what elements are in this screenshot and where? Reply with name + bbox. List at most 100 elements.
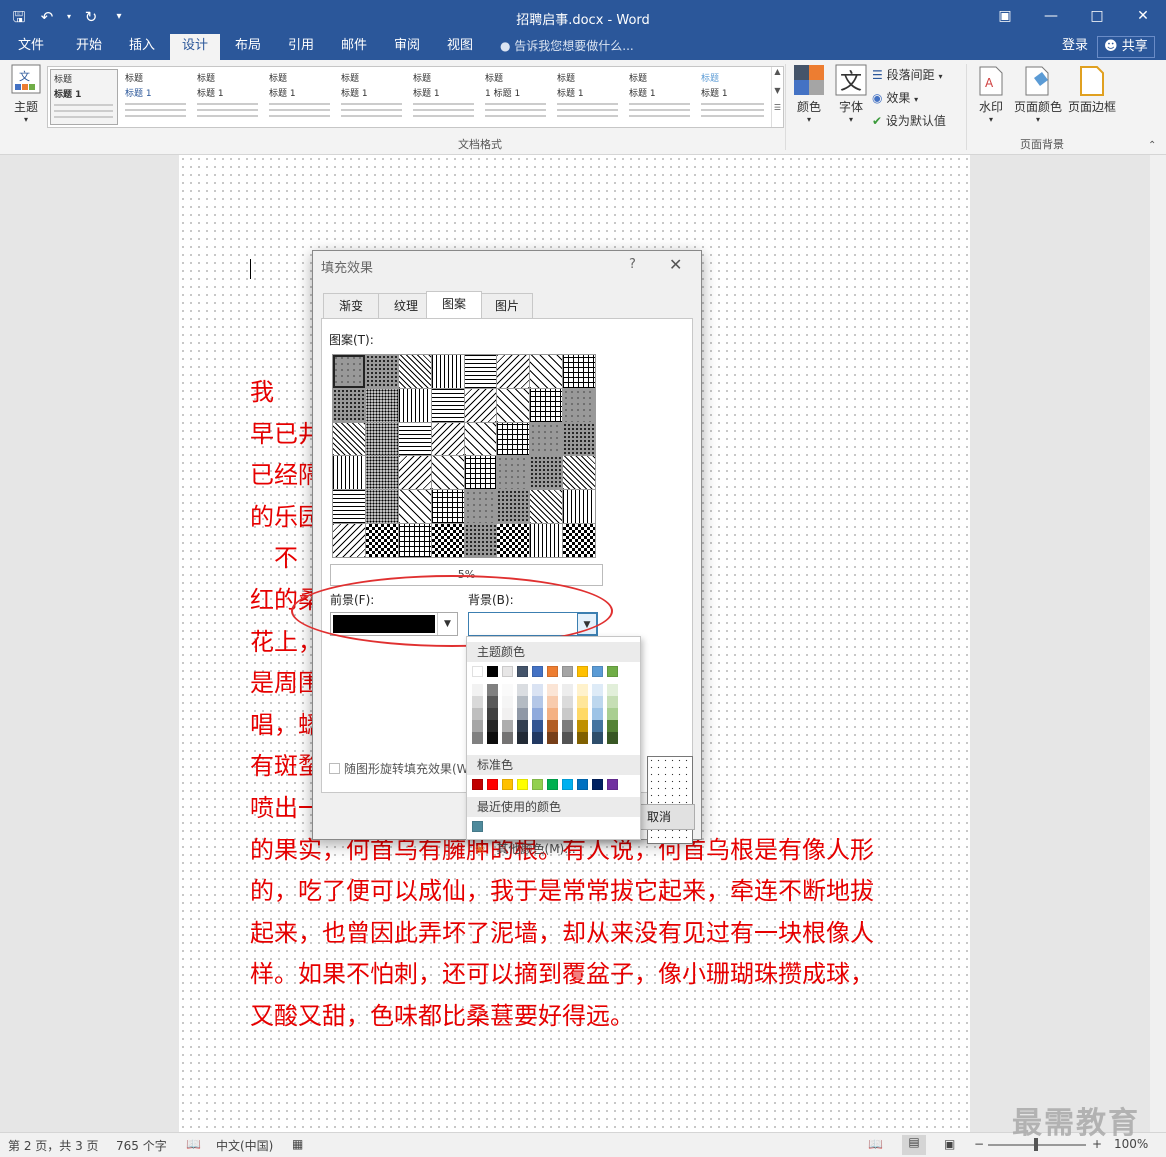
zoom-out-icon[interactable]: − — [974, 1137, 984, 1151]
theme-shade-swatch[interactable] — [532, 696, 543, 708]
theme-shade-swatch[interactable] — [577, 684, 588, 696]
pattern-swatch[interactable] — [530, 355, 563, 388]
standard-color-swatch[interactable] — [472, 779, 483, 790]
theme-shade-swatch[interactable] — [607, 720, 618, 732]
theme-color-swatch[interactable] — [532, 666, 543, 677]
pattern-swatch[interactable] — [398, 355, 431, 388]
watermark-button[interactable]: A 水印 ▾ — [974, 66, 1008, 124]
theme-shade-swatch[interactable] — [592, 696, 603, 708]
paragraph-spacing-button[interactable]: ☰ 段落间距 ▾ — [872, 66, 942, 83]
theme-color-swatch[interactable] — [502, 666, 513, 677]
theme-shade-swatch[interactable] — [562, 732, 573, 744]
style-set-item[interactable]: 标题 标题 1 — [338, 69, 406, 125]
help-icon[interactable]: ? — [629, 257, 636, 272]
theme-shade-swatch[interactable] — [502, 696, 513, 708]
more-colors-button[interactable]: ❀ 其他颜色(M)... — [475, 840, 576, 857]
standard-color-swatch[interactable] — [562, 779, 573, 790]
pattern-swatch[interactable] — [431, 355, 464, 388]
theme-shade-swatch[interactable] — [577, 720, 588, 732]
theme-shade-swatch[interactable] — [502, 684, 513, 696]
tell-me-search[interactable]: ● 告诉我您想要做什么... — [500, 34, 634, 58]
pattern-swatch[interactable] — [333, 388, 365, 422]
theme-color-swatch[interactable] — [592, 666, 603, 677]
style-set-item[interactable]: 标题 标题 1 — [122, 69, 190, 125]
login-link[interactable]: 登录 — [1062, 34, 1088, 58]
pattern-swatch[interactable] — [530, 490, 563, 524]
style-set-item[interactable]: 标题 标题 1 — [50, 69, 118, 125]
pattern-swatch[interactable] — [497, 490, 530, 524]
theme-shade-swatch[interactable] — [592, 708, 603, 720]
theme-shade-swatch[interactable] — [577, 696, 588, 708]
theme-shade-swatch[interactable] — [517, 696, 528, 708]
recent-color-swatch[interactable] — [472, 821, 483, 832]
tab-home[interactable]: 开始 — [64, 34, 114, 60]
pattern-swatch[interactable] — [530, 422, 563, 456]
pattern-swatch[interactable] — [365, 490, 398, 524]
standard-color-swatch[interactable] — [607, 779, 618, 790]
theme-shade-swatch[interactable] — [517, 732, 528, 744]
standard-color-swatch[interactable] — [487, 779, 498, 790]
theme-shade-swatch[interactable] — [607, 708, 618, 720]
pattern-swatch[interactable] — [563, 422, 595, 456]
style-set-item[interactable]: 标题 标题 1 — [266, 69, 334, 125]
pattern-swatch[interactable] — [464, 388, 497, 422]
theme-color-swatch[interactable] — [472, 666, 483, 677]
pattern-swatch[interactable] — [530, 524, 563, 557]
theme-shade-swatch[interactable] — [532, 708, 543, 720]
pattern-swatch[interactable] — [365, 456, 398, 490]
language[interactable]: 中文(中国) — [216, 1137, 273, 1154]
style-set-item[interactable]: 标题 标题 1 — [410, 69, 478, 125]
theme-shade-swatch[interactable] — [472, 684, 483, 696]
page-border-button[interactable]: 页面边框 — [1066, 66, 1118, 115]
close-icon[interactable]: ✕ — [1120, 0, 1166, 34]
theme-color-swatch[interactable] — [547, 666, 558, 677]
style-set-item[interactable]: 标题 1 标题 1 — [482, 69, 550, 125]
fonts-button[interactable]: 文 字体 ▾ — [834, 64, 868, 124]
gallery-more-icon[interactable]: ☰ — [772, 103, 783, 112]
pattern-swatch[interactable] — [497, 456, 530, 490]
tab-layout[interactable]: 布局 — [223, 34, 273, 60]
style-set-item[interactable]: 标题 标题 1 — [626, 69, 694, 125]
theme-shade-swatch[interactable] — [517, 720, 528, 732]
standard-color-swatch[interactable] — [517, 779, 528, 790]
set-default-button[interactable]: ✔ 设为默认值 — [872, 112, 946, 129]
page-color-button[interactable]: 页面颜色 ▾ — [1012, 66, 1064, 124]
pattern-swatch[interactable] — [431, 524, 464, 557]
macro-icon[interactable]: ▦ — [292, 1137, 303, 1151]
tab-design[interactable]: 设计 — [170, 34, 220, 60]
theme-shade-swatch[interactable] — [577, 732, 588, 744]
print-layout-icon[interactable]: ▤ — [902, 1135, 926, 1155]
pattern-swatch[interactable] — [333, 422, 365, 456]
pattern-swatch[interactable] — [563, 456, 595, 490]
pattern-swatch[interactable] — [333, 355, 365, 388]
theme-shade-swatch[interactable] — [547, 696, 558, 708]
theme-shade-swatch[interactable] — [472, 732, 483, 744]
tab-mailings[interactable]: 邮件 — [329, 34, 379, 60]
style-set-item[interactable]: 标题 标题 1 — [194, 69, 262, 125]
pattern-swatch[interactable] — [563, 388, 595, 422]
collapse-ribbon-icon[interactable]: ⌃ — [1148, 140, 1156, 151]
chevron-up-icon[interactable]: ▲ — [772, 67, 783, 76]
maximize-icon[interactable]: □ — [1074, 0, 1120, 34]
web-layout-icon[interactable]: ▣ — [944, 1137, 955, 1151]
pattern-swatch[interactable] — [398, 388, 431, 422]
tab-references[interactable]: 引用 — [276, 34, 326, 60]
tab-gradient[interactable]: 渐变 — [323, 293, 379, 319]
theme-shade-swatch[interactable] — [592, 732, 603, 744]
pattern-swatch[interactable] — [497, 524, 530, 557]
theme-color-swatch[interactable] — [577, 666, 588, 677]
pattern-swatch[interactable] — [365, 422, 398, 456]
colors-button[interactable]: 颜色 ▾ — [792, 64, 826, 124]
theme-shade-swatch[interactable] — [562, 708, 573, 720]
theme-shade-swatch[interactable] — [472, 708, 483, 720]
pattern-swatch[interactable] — [365, 524, 398, 557]
theme-shade-swatch[interactable] — [607, 684, 618, 696]
pattern-swatch[interactable] — [464, 355, 497, 388]
standard-color-swatch[interactable] — [547, 779, 558, 790]
vertical-scrollbar[interactable] — [1150, 155, 1166, 1132]
theme-shade-swatch[interactable] — [517, 708, 528, 720]
standard-color-swatch[interactable] — [592, 779, 603, 790]
style-set-item[interactable]: 标题 标题 1 — [698, 69, 768, 125]
theme-color-swatch[interactable] — [487, 666, 498, 677]
pattern-swatch[interactable] — [398, 490, 431, 524]
